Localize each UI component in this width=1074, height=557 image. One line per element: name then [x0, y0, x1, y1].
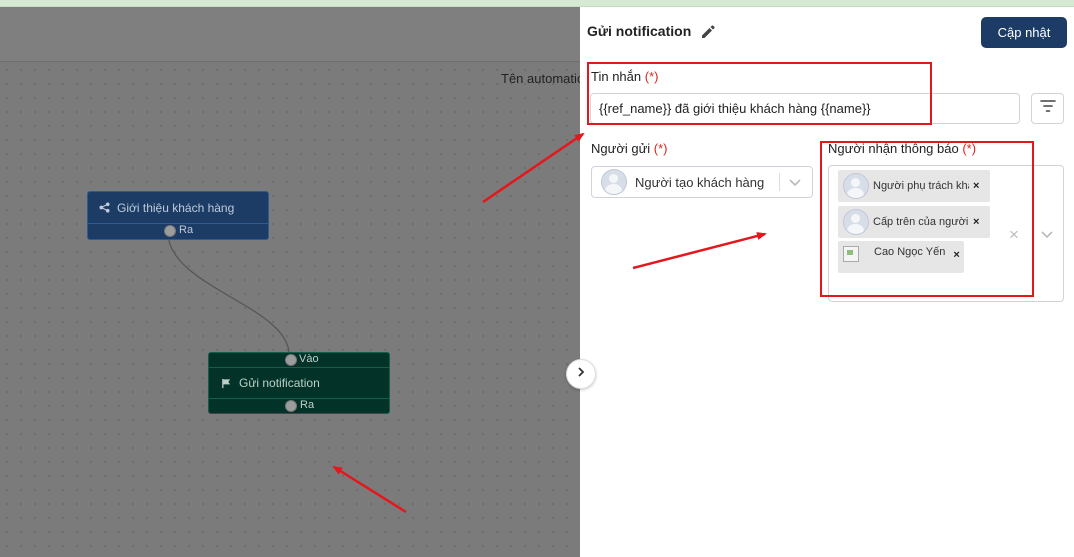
chevron-down-icon[interactable]: [788, 175, 802, 192]
automation-name: Tên automatio: [501, 71, 585, 86]
panel-title: Gửi notification: [587, 23, 692, 39]
close-icon[interactable]: ×: [953, 249, 959, 261]
input-port-label: Vào: [299, 353, 319, 365]
close-icon[interactable]: ×: [973, 180, 979, 192]
action-node[interactable]: Vào Gửi notification Ra: [208, 352, 390, 414]
recipient-chip: Cao Ngọc Yến ×: [838, 241, 964, 273]
recipient-chip: Người phụ trách khá ×: [838, 170, 990, 202]
chevron-down-icon[interactable]: [1040, 227, 1054, 246]
chip-label: Người phụ trách khá: [873, 180, 969, 192]
message-label: Tin nhắn (*): [591, 69, 659, 84]
sender-label: Người gửi (*): [591, 141, 668, 156]
trigger-node[interactable]: Giới thiệu khách hàng Ra: [87, 191, 269, 240]
output-port-label: Ra: [179, 224, 194, 236]
update-button[interactable]: Cập nhật: [981, 17, 1067, 48]
broken-image-icon: [843, 246, 859, 262]
connector-line: [167, 233, 290, 356]
required-mark: (*): [962, 141, 977, 156]
top-strip: [0, 0, 1074, 7]
divider: [779, 173, 780, 191]
recipients-select[interactable]: Người phụ trách khá × Cấp trên của người…: [828, 165, 1064, 302]
output-port-label: Ra: [300, 399, 315, 411]
required-mark: (*): [653, 141, 668, 156]
sender-select[interactable]: Người tạo khách hàng: [591, 166, 813, 198]
filter-button[interactable]: [1031, 93, 1064, 124]
action-node-label: Gửi notification: [239, 376, 320, 390]
filter-icon: [1039, 99, 1056, 118]
recipient-chip: Cấp trên của người p ×: [838, 206, 990, 238]
expand-panel-button[interactable]: [566, 359, 596, 389]
avatar: [601, 169, 627, 195]
flag-icon: [219, 376, 233, 390]
recipients-label: Người nhận thông báo (*): [828, 141, 977, 156]
share-icon: [97, 201, 111, 215]
trigger-node-label: Giới thiệu khách hàng: [117, 200, 235, 215]
output-port[interactable]: [164, 225, 176, 237]
avatar: [843, 173, 869, 199]
avatar: [843, 209, 869, 235]
required-mark: (*): [644, 69, 659, 84]
clear-icon[interactable]: ×: [1009, 225, 1019, 245]
pencil-icon[interactable]: [699, 23, 717, 41]
output-port[interactable]: [285, 400, 297, 412]
chip-label: Cấp trên của người p: [873, 216, 969, 228]
sender-value: Người tạo khách hàng: [635, 174, 765, 190]
input-port[interactable]: [285, 354, 297, 366]
settings-panel: Gửi notification Cập nhật Tin nhắn (*) {…: [580, 7, 1074, 557]
close-icon[interactable]: ×: [973, 216, 979, 228]
chevron-right-icon: [575, 365, 587, 383]
workflow-canvas[interactable]: Giới thiệu khách hàng Ra Vào Gửi notific…: [0, 7, 580, 557]
chip-label: Cao Ngọc Yến: [874, 246, 946, 258]
message-input[interactable]: {{ref_name}} đã giới thiệu khách hàng {{…: [590, 93, 1020, 124]
